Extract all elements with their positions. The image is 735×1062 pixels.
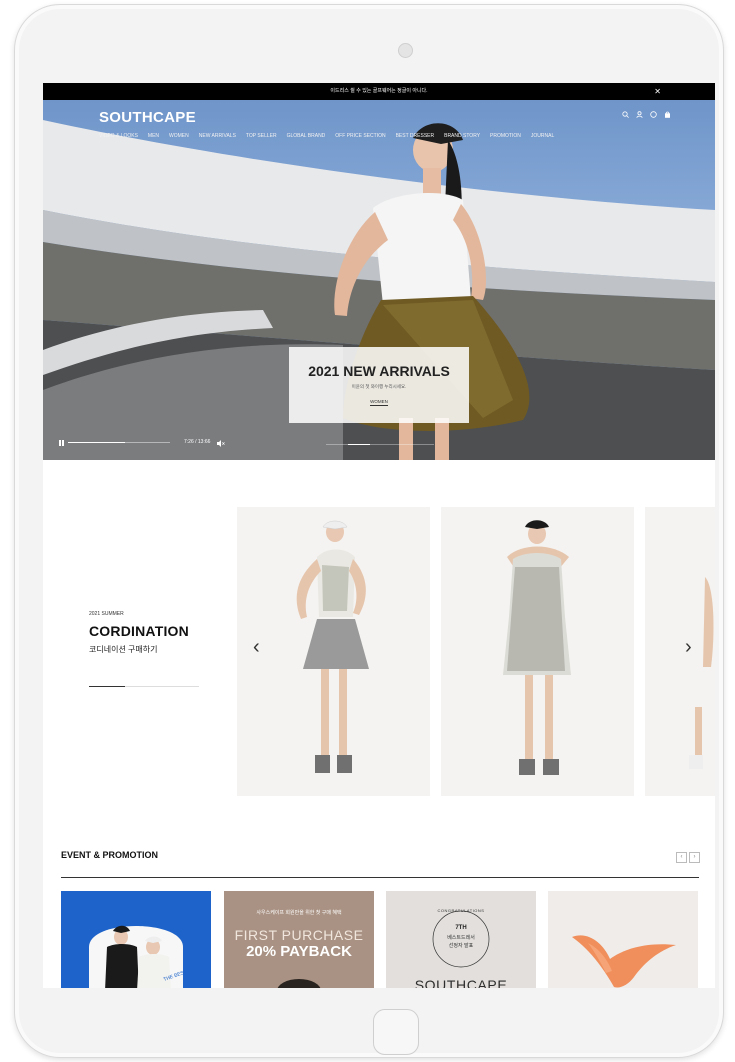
nav-item-journal[interactable]: JOURNAL [531,133,554,139]
nav-item-off-price[interactable]: OFF PRICE SECTION [335,133,385,139]
bag-icon[interactable] [664,111,671,118]
product-image [441,507,634,796]
volume-icon[interactable] [217,440,225,447]
event-card[interactable]: CONGRATULATIONS 7TH 베스트드레서 선정자 발표 SOUTHC… [386,891,536,988]
product-image [237,507,430,796]
product-card[interactable] [237,507,430,796]
product-card[interactable] [441,507,634,796]
video-time: 7:26 / 13:66 [184,439,211,445]
badge-top-text: CONGRATULATIONS [437,908,485,913]
video-progress-fill [68,442,126,443]
event-card-brand: SOUTHCAPE [414,977,508,988]
event-card[interactable]: THE BEST [61,891,211,988]
nav-item-brand-story[interactable]: BRAND STORY [444,133,480,139]
nav-item-video-looks[interactable]: VIDEO & LOOKS [99,133,138,139]
notice-bar: 이드리스 쉴 수 있는 골프웨어는 정글이 아니다. ✕ [43,83,715,100]
screen: 이드리스 쉴 수 있는 골프웨어는 정글이 아니다. ✕ SOUTHCAPE V… [43,83,715,988]
notice-text: 이드리스 쉴 수 있는 골프웨어는 정글이 아니다. [330,88,428,94]
nav-item-women[interactable]: WOMEN [169,133,189,139]
event-section-title: EVENT & PROMOTION [61,850,159,860]
event-card[interactable] [548,891,698,988]
event-image [61,891,211,988]
carousel-prev-button[interactable]: ‹ [253,637,260,657]
event-next-button[interactable]: › [689,852,700,863]
tablet-camera [398,43,413,58]
header-icons [622,111,671,118]
badge-number: 7TH [455,925,467,931]
nav-item-top-seller[interactable]: TOP SELLER [246,133,277,139]
coordination-progress [89,686,199,687]
close-notice-button[interactable]: ✕ [654,83,661,100]
nav-item-global-brand[interactable]: GLOBAL BRAND [287,133,326,139]
event-divider [61,877,699,878]
badge-kr-line2: 선정자 발표 [448,943,474,949]
coordination-subtitle[interactable]: 코디네이션 구매하기 [89,644,189,655]
user-icon[interactable] [636,111,643,118]
hero-caption-card: 2021 NEW ARRIVALS 이윤의 첫 와이행 누리시세요. WOMEN [289,347,469,423]
slide-indicator-active [347,444,370,445]
carousel-next-button[interactable]: › [685,637,692,657]
nav-item-promotion[interactable]: PROMOTION [490,133,521,139]
hero-banner[interactable]: SOUTHCAPE VIDEO & LOOKS MEN WOMEN NEW AR… [43,100,715,460]
hero-title: 2021 NEW ARRIVALS [308,363,450,379]
product-image [645,507,715,796]
pause-icon[interactable] [59,440,64,446]
nav-item-best-dresser[interactable]: BEST DRESSER [396,133,435,139]
event-image [548,891,698,988]
help-icon[interactable] [650,111,657,118]
brand-logo[interactable]: SOUTHCAPE [99,109,196,126]
coordination-title: CORDINATION [89,623,189,639]
nav-item-new-arrivals[interactable]: NEW ARRIVALS [199,133,236,139]
search-icon[interactable] [622,111,629,118]
slide-indicator[interactable] [326,444,434,445]
coordination-season: 2021 SUMMER [89,611,124,617]
main-nav: VIDEO & LOOKS MEN WOMEN NEW ARRIVALS TOP… [99,133,554,139]
coordination-progress-fill [89,686,126,687]
badge-kr-line1: 베스트드레서 [447,935,475,941]
hero-women-link[interactable]: WOMEN [370,399,388,406]
coordination-text: 2021 SUMMER CORDINATION 코디네이션 구매하기 [89,611,189,655]
event-prev-button[interactable]: ‹ [676,852,687,863]
event-nav: ‹ › [676,852,700,863]
event-card[interactable]: 사우스케이프 회원만을 위한 첫 구매 혜택 FIRST PURCHASE 20… [224,891,374,988]
nav-item-men[interactable]: MEN [148,133,159,139]
video-progress-bar[interactable] [68,442,170,443]
product-card[interactable] [645,507,715,796]
video-controls: 7:26 / 13:66 [59,438,225,448]
home-button[interactable] [373,1009,419,1055]
event-card-shape [277,979,321,988]
hero-subtitle: 이윤의 첫 와이행 누리시세요. [351,384,407,389]
